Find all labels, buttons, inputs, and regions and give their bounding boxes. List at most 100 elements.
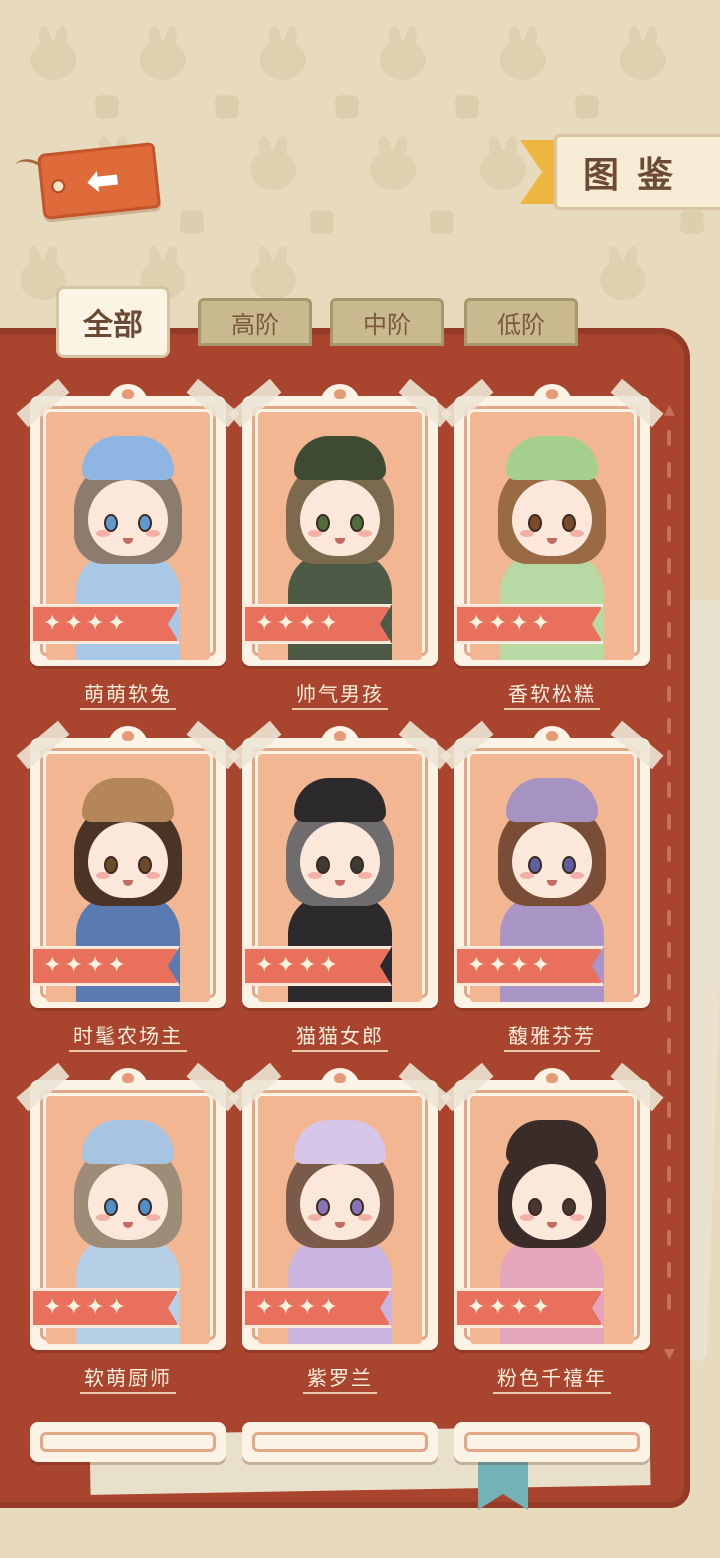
- clover-pattern-icon: [680, 210, 704, 234]
- scrollbar[interactable]: ▲ ▼: [664, 402, 675, 1362]
- star-rating: ✦ ✦ ✦ ✦: [30, 1288, 180, 1328]
- bunny-pattern-icon: [140, 40, 186, 80]
- card-name-label: 香软松糕: [504, 682, 600, 710]
- eye: [528, 514, 542, 532]
- outfit-card[interactable]: ✦ ✦ ✦ ✦ 时髦农场主: [16, 720, 240, 1052]
- tab-high-tier[interactable]: 高阶: [198, 298, 312, 346]
- blush: [146, 530, 160, 537]
- eye: [104, 514, 118, 532]
- bunny-pattern-icon: [30, 40, 76, 80]
- back-button[interactable]: ⬅: [36, 142, 162, 220]
- blush: [96, 872, 110, 879]
- tag-hole: [50, 178, 67, 194]
- page-title: 图鉴: [583, 155, 692, 196]
- card-name: 帅气男孩: [242, 678, 438, 710]
- card-crest-icon: [320, 1068, 360, 1088]
- bunny-pattern-icon: [260, 40, 306, 80]
- star-icon: ✦: [531, 611, 550, 636]
- character-face: [512, 822, 592, 898]
- card-frame: [454, 1422, 650, 1462]
- clover-pattern-icon: [95, 95, 119, 119]
- blush: [520, 1214, 534, 1221]
- scroll-dash: [667, 1102, 671, 1118]
- card-crest-icon: [108, 726, 148, 746]
- clover-pattern-icon: [310, 210, 334, 234]
- bunny-pattern-icon: [620, 40, 666, 80]
- blush: [308, 1214, 322, 1221]
- card-name-label: 猫猫女郎: [292, 1024, 388, 1052]
- star-icon: ✦: [467, 611, 486, 636]
- tab-label: 中阶: [363, 310, 411, 339]
- tab-label: 高阶: [231, 310, 279, 339]
- star-icon: ✦: [107, 1295, 126, 1320]
- star-icon: ✦: [467, 1295, 486, 1320]
- star-icon: ✦: [509, 1295, 529, 1320]
- clover-pattern-icon: [455, 95, 479, 119]
- outfit-card[interactable]: ✦ ✦ ✦ ✦ 馥雅芬芳: [440, 720, 664, 1052]
- scroll-dash: [667, 430, 671, 446]
- star-rating: ✦ ✦ ✦ ✦: [242, 604, 392, 644]
- blush: [570, 872, 584, 879]
- bunny-pattern-icon: [600, 260, 646, 300]
- mouth: [123, 880, 133, 886]
- star-icon: ✦: [64, 1295, 83, 1320]
- scroll-dash: [667, 1038, 671, 1054]
- character-hat: [82, 1120, 174, 1164]
- character-hat: [506, 1120, 598, 1164]
- scroll-dash: [667, 622, 671, 638]
- blush: [146, 872, 160, 879]
- clover-pattern-icon: [430, 210, 454, 234]
- card-name-label: 软萌厨师: [80, 1366, 176, 1394]
- card-partial[interactable]: [454, 1412, 650, 1462]
- character-face: [88, 1164, 168, 1240]
- scroll-dash: [667, 750, 671, 766]
- bunny-pattern-icon: [380, 40, 426, 80]
- outfit-card[interactable]: ✦ ✦ ✦ ✦ 软萌厨师: [16, 1062, 240, 1394]
- star-icon: ✦: [255, 953, 274, 978]
- star-icon: ✦: [531, 1295, 550, 1320]
- scroll-dash: [667, 846, 671, 862]
- outfit-card[interactable]: ✦ ✦ ✦ ✦ 紫罗兰: [228, 1062, 452, 1394]
- card-partial[interactable]: [30, 1412, 226, 1462]
- star-rating: ✦ ✦ ✦ ✦: [242, 946, 392, 986]
- tab-all[interactable]: 全部: [56, 286, 170, 358]
- blush: [96, 530, 110, 537]
- star-icon: ✦: [107, 611, 126, 636]
- title-banner: 图鉴: [520, 134, 720, 210]
- eye: [316, 856, 330, 874]
- outfit-card[interactable]: ✦ ✦ ✦ ✦ 萌萌软兔: [16, 378, 240, 710]
- star-icon: ✦: [488, 1295, 507, 1320]
- star-icon: ✦: [488, 953, 507, 978]
- star-icon: ✦: [276, 953, 295, 978]
- character-face: [512, 480, 592, 556]
- tab-mid-tier[interactable]: 中阶: [330, 298, 444, 346]
- character-hat: [294, 436, 386, 480]
- character-hat: [294, 1120, 386, 1164]
- scroll-dash: [667, 494, 671, 510]
- scroll-dash: [667, 526, 671, 542]
- outfit-card[interactable]: ✦ ✦ ✦ ✦ 帅气男孩: [228, 378, 452, 710]
- star-rating: ✦ ✦ ✦ ✦: [30, 946, 180, 986]
- scroll-dash: [667, 1198, 671, 1214]
- blush: [358, 530, 372, 537]
- scroll-dash: [667, 814, 671, 830]
- star-icon: ✦: [255, 1295, 274, 1320]
- mouth: [547, 538, 557, 544]
- card-partial[interactable]: [242, 1412, 438, 1462]
- mouth: [547, 1222, 557, 1228]
- card-name-label: 馥雅芬芳: [504, 1024, 600, 1052]
- star-icon: ✦: [64, 611, 83, 636]
- clover-pattern-icon: [180, 210, 204, 234]
- outfit-card[interactable]: ✦ ✦ ✦ ✦ 猫猫女郎: [228, 720, 452, 1052]
- tab-low-tier[interactable]: 低阶: [464, 298, 578, 346]
- outfit-card[interactable]: ✦ ✦ ✦ ✦ 香软松糕: [440, 378, 664, 710]
- scroll-dash: [667, 686, 671, 702]
- scroll-dash: [667, 1166, 671, 1182]
- card-name: 香软松糕: [454, 678, 650, 710]
- mouth: [335, 538, 345, 544]
- character-hat: [506, 436, 598, 480]
- card-name: 萌萌软兔: [30, 678, 226, 710]
- card-name: 粉色千禧年: [454, 1362, 650, 1394]
- star-icon: ✦: [319, 1295, 338, 1320]
- outfit-card[interactable]: ✦ ✦ ✦ ✦ 粉色千禧年: [440, 1062, 664, 1394]
